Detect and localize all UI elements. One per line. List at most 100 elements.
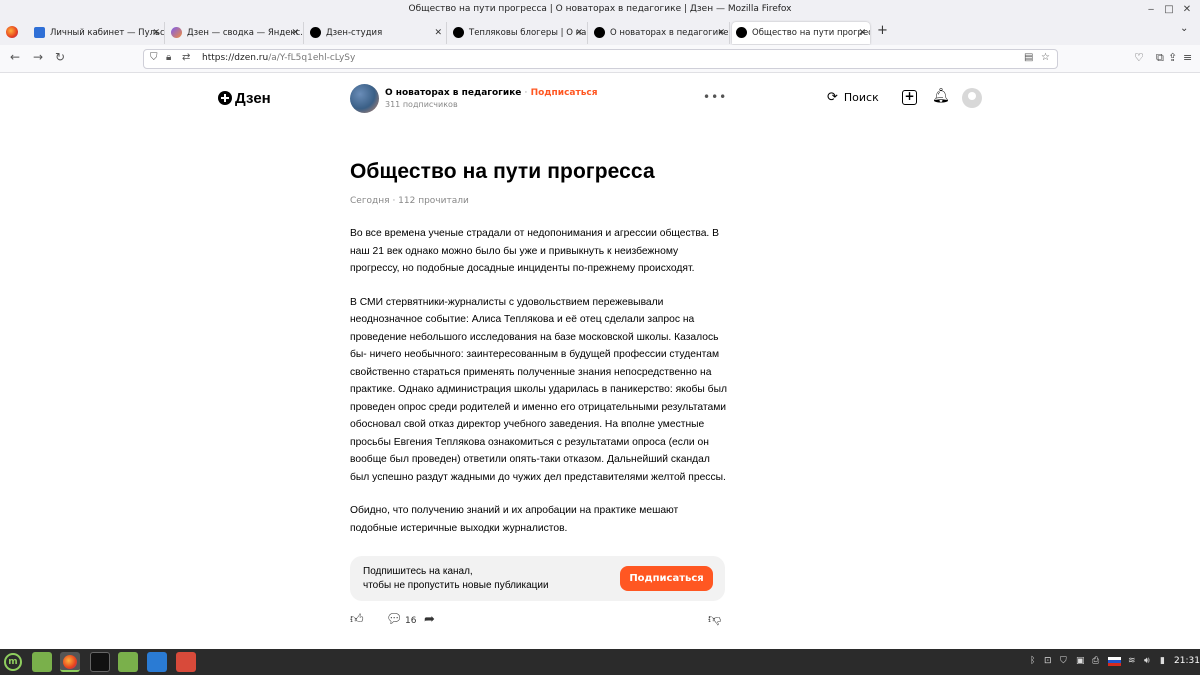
share-arrow-icon[interactable]: ➦ (424, 612, 435, 627)
terminal-icon[interactable] (90, 652, 110, 672)
comments-count[interactable]: 16 (405, 616, 416, 626)
keyboard-layout-flag-icon[interactable] (1108, 657, 1121, 666)
create-post-icon[interactable]: + (902, 90, 917, 105)
user-avatar[interactable] (962, 88, 982, 108)
firefox-icon (6, 26, 18, 38)
dislike-icon[interactable]: 👎︎ (708, 612, 721, 627)
dzen-favicon-icon (736, 27, 747, 38)
taskbar: m ᛒ ⊡ ⛉ ▣ ⎙ ≋ 🔊︎ ▮ 21:31 (0, 649, 1200, 675)
folder-icon[interactable] (118, 652, 138, 672)
battery-icon[interactable]: ▮ (1160, 656, 1165, 666)
address-bar[interactable]: ⛉ 🔒︎ ⇄ https://dzen.ru/a/Y-fL5q1ehl-cLyS… (143, 49, 1058, 69)
tab-current-article[interactable]: Общество на пути прогрес ✕ (732, 22, 870, 44)
tab-label: Тепляковы блогеры | О на (469, 28, 587, 38)
navigation-bar: ← → ↻ ⛉ 🔒︎ ⇄ https://dzen.ru/a/Y-fL5q1eh… (0, 45, 1200, 73)
subscribe-card: Подпишитесь на канал, чтобы не пропустит… (350, 556, 725, 601)
dzen-favicon-icon (310, 27, 321, 38)
menu-icon[interactable]: ≡ (1183, 51, 1192, 64)
permissions-icon[interactable]: ⇄ (182, 52, 190, 63)
tab-label: Дзен-студия (326, 28, 383, 38)
reader-view-icon[interactable]: ▤ (1024, 52, 1033, 63)
volume-icon[interactable]: 🔊︎ (1144, 656, 1150, 666)
pulse-favicon-icon (34, 27, 45, 38)
close-tab-icon[interactable]: ✕ (291, 22, 299, 44)
dzen-favicon-icon (594, 27, 605, 38)
lock-icon[interactable]: 🔒︎ (166, 52, 171, 63)
channel-name-link[interactable]: О новаторах в педагогике (385, 88, 521, 98)
printer-icon[interactable]: ⎙ (1092, 656, 1099, 666)
tab-strip: Личный кабинет — Пульс | ✕ Дзен — сводка… (0, 19, 1200, 45)
security-shield-icon[interactable]: ⛉ (1060, 656, 1067, 666)
bookmark-star-icon[interactable]: ☆ (1041, 52, 1050, 63)
tab-pulse[interactable]: Личный кабинет — Пульс | ✕ (30, 22, 165, 44)
more-options-icon[interactable]: ••• (703, 90, 727, 104)
search-button[interactable]: ⟳ Поиск (827, 90, 879, 105)
updates-icon[interactable]: ⊡ (1044, 656, 1052, 666)
dzen-logo-icon (218, 91, 232, 105)
channel-header: О новаторах в педагогике · Подписаться (385, 88, 598, 98)
article-title: Общество на пути прогресса (350, 160, 655, 183)
tab-label: Дзен — сводка — Яндекс. (187, 28, 303, 38)
tab-label: О новаторах в педагогике (610, 28, 729, 38)
new-tab-icon[interactable]: + (877, 23, 888, 38)
tab-label: Личный кабинет — Пульс | (50, 28, 165, 38)
url-path: /a/Y-fL5q1ehl-cLySy (268, 53, 356, 63)
like-icon[interactable]: 👍︎ (350, 612, 364, 627)
minimize-icon[interactable]: ‒ (1144, 0, 1158, 19)
url-host: https://dzen.ru (202, 53, 269, 63)
close-tab-icon[interactable]: ✕ (575, 22, 583, 44)
wifi-icon[interactable]: ≋ (1128, 656, 1136, 666)
tab-innovators-channel[interactable]: О новаторах в педагогике ✕ (590, 22, 730, 44)
search-label: Поиск (843, 91, 879, 104)
mint-menu-icon[interactable]: m (4, 653, 22, 671)
tab-teplyakov-bloggers[interactable]: Тепляковы блогеры | О на ✕ (449, 22, 588, 44)
article-paragraph: В СМИ стервятники-журналисты с удовольст… (350, 296, 727, 483)
comment-icon[interactable]: 💬︎ (386, 612, 403, 627)
subscribe-button[interactable]: Подписаться (620, 566, 713, 591)
article-paragraph: Обидно, что получению знаний и их апроба… (350, 505, 679, 534)
tab-label: Общество на пути прогрес (752, 28, 870, 38)
subscribe-link[interactable]: Подписаться (531, 88, 598, 98)
close-window-icon[interactable]: ✕ (1180, 0, 1194, 19)
share-icon[interactable]: ⇪ (1168, 51, 1177, 64)
window-title-bar: Общество на пути прогресса | О новаторах… (0, 0, 1200, 19)
close-tab-icon[interactable]: ✕ (152, 22, 160, 44)
pocket-icon[interactable]: ♡ (1134, 51, 1144, 64)
channel-avatar[interactable] (350, 84, 379, 113)
logo-text: Дзен (235, 89, 271, 107)
close-tab-icon[interactable]: ✕ (717, 22, 725, 44)
writer-document-icon[interactable] (147, 652, 167, 672)
files-folder-icon[interactable] (32, 652, 52, 672)
dzen-favicon-icon (453, 27, 464, 38)
back-icon[interactable]: ← (10, 50, 20, 64)
shield-icon[interactable]: ⛉ (150, 52, 158, 63)
network-manager-icon[interactable]: ▣ (1076, 656, 1085, 666)
tab-dzen-summary[interactable]: Дзен — сводка — Яндекс. ✕ (167, 22, 304, 44)
tab-dzen-studio[interactable]: Дзен-студия ✕ (306, 22, 447, 44)
article-actions: 👍︎ 💬︎ 16 ➦ 👎︎ (350, 612, 725, 632)
firefox-icon (63, 655, 77, 669)
forward-icon[interactable]: → (33, 50, 43, 64)
extensions-icon[interactable]: ⧉ (1156, 51, 1164, 65)
yandex-favicon-icon (171, 27, 182, 38)
firefox-taskbar-icon[interactable] (60, 652, 80, 672)
separator-dot: · (524, 88, 528, 98)
close-tab-icon[interactable]: ✕ (858, 22, 866, 44)
dzen-logo[interactable]: Дзен (218, 88, 271, 108)
article-meta: Сегодня · 112 прочитали (350, 196, 469, 206)
maximize-icon[interactable]: □ (1162, 0, 1176, 19)
bell-icon[interactable]: 🔔︎ (932, 88, 950, 104)
folder-red-icon[interactable] (176, 652, 196, 672)
clock[interactable]: 21:31 (1174, 656, 1200, 666)
close-tab-icon[interactable]: ✕ (434, 22, 442, 44)
article-paragraph: Во все времена ученые страдали от недопо… (350, 228, 720, 274)
search-icon: ⟳ (827, 90, 838, 105)
article: Общество на пути прогресса Сегодня · 112… (350, 158, 728, 537)
subscriber-count: 311 подписчиков (385, 100, 458, 109)
chevron-down-icon[interactable]: ⌄ (1180, 23, 1188, 34)
reload-icon[interactable]: ↻ (55, 50, 65, 64)
subscribe-card-line: Подпишитесь на канал, (363, 566, 473, 577)
url-text[interactable]: https://dzen.ru/a/Y-fL5q1ehl-cLySy (202, 53, 355, 63)
window-title: Общество на пути прогресса | О новаторах… (408, 4, 792, 14)
bluetooth-icon[interactable]: ᛒ (1030, 656, 1035, 666)
